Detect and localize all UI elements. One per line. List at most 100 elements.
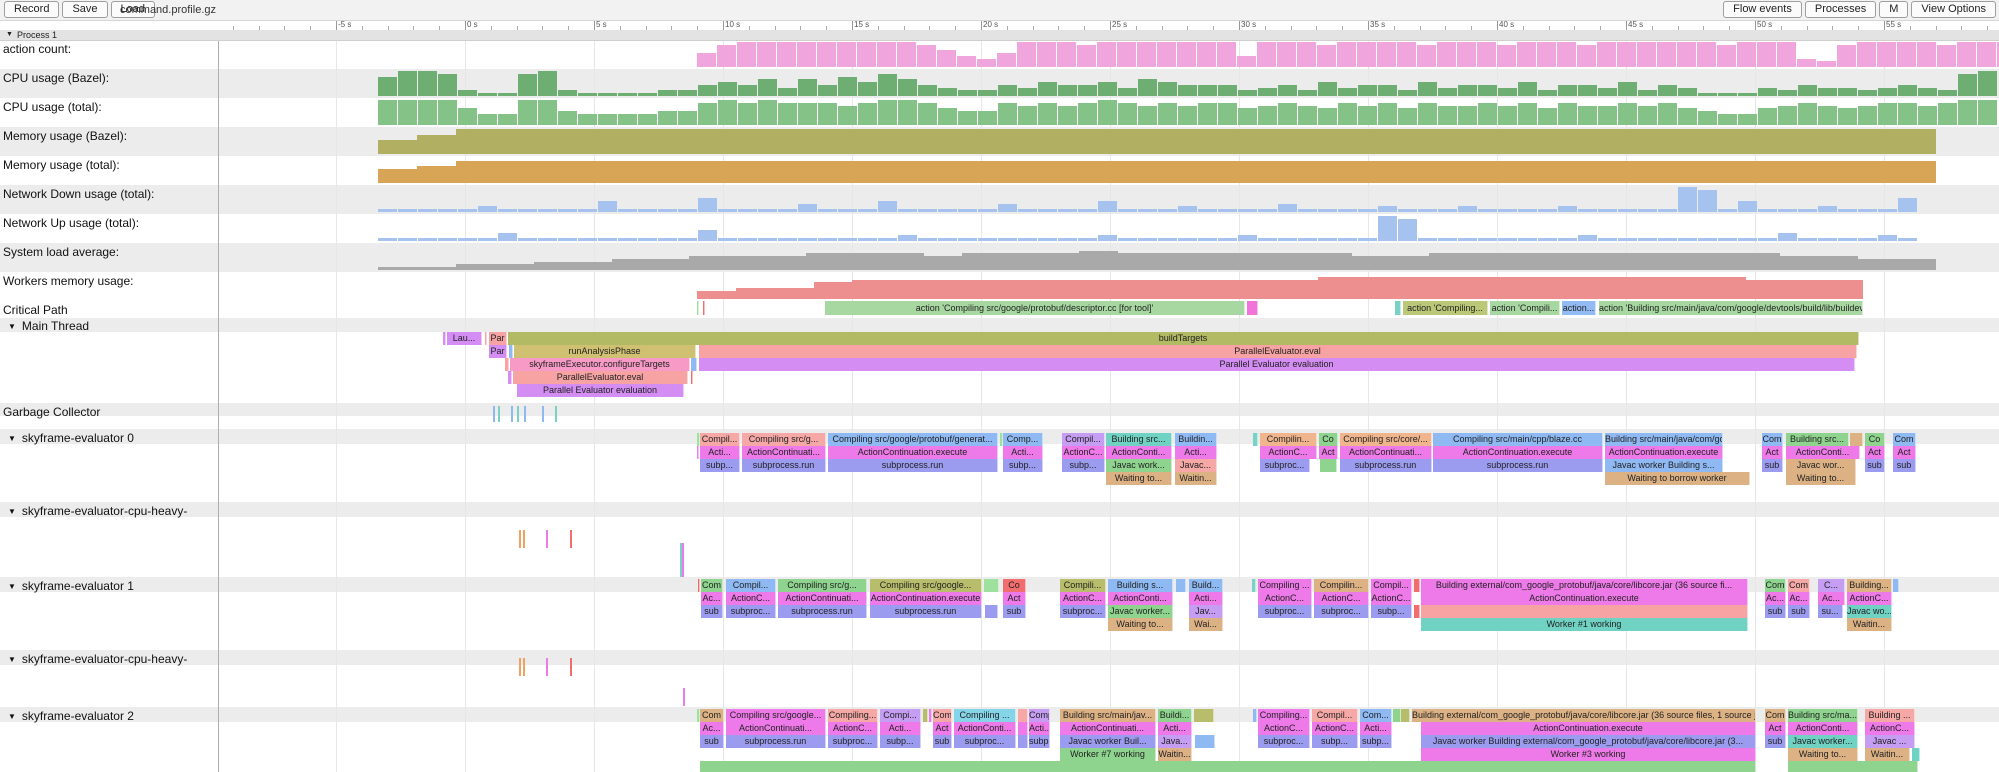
- trace-event-box[interactable]: [984, 579, 999, 592]
- trace-event-box[interactable]: [1195, 735, 1215, 748]
- trace-event-box[interactable]: Ac...: [1765, 592, 1786, 605]
- trace-event-box[interactable]: Act: [1865, 446, 1885, 459]
- counter-system-load-average[interactable]: [0, 243, 1999, 272]
- trace-event-box[interactable]: [1421, 605, 1748, 618]
- trace-event-box[interactable]: Par: [489, 332, 507, 345]
- trace-event-box[interactable]: Java...: [1158, 735, 1192, 748]
- trace-event-box[interactable]: Acti...: [700, 446, 740, 459]
- trace-event-box[interactable]: Parallel Evaluator evaluation: [517, 384, 684, 397]
- trace-event-box[interactable]: ActionContinuation.execute: [1421, 722, 1756, 735]
- trace-event-box[interactable]: Act: [1319, 446, 1338, 459]
- trace-event-box[interactable]: Co: [1319, 433, 1338, 446]
- trace-event-box[interactable]: subproc...: [1260, 459, 1310, 472]
- trace-event-box[interactable]: Worker #7 working: [1060, 748, 1156, 761]
- trace-event-box[interactable]: Co: [1865, 433, 1885, 446]
- process-header[interactable]: ▼ Process 1: [0, 30, 1999, 41]
- trace-event-box[interactable]: subp...: [880, 735, 921, 748]
- trace-event-box[interactable]: Com: [700, 709, 724, 722]
- trace-event-box[interactable]: [1194, 709, 1214, 722]
- trace-event-box[interactable]: Waiting to...: [1108, 618, 1173, 631]
- trace-event-box[interactable]: Acti...: [1189, 592, 1223, 605]
- trace-event-box[interactable]: [505, 358, 509, 371]
- trace-event-box[interactable]: Co: [1003, 579, 1026, 592]
- trace-event-box[interactable]: Com: [1893, 433, 1916, 446]
- timeline-ruler[interactable]: -5 s0 s5 s10 s15 s20 s25 s30 s35 s40 s45…: [218, 20, 1999, 30]
- thread-label-main-thread[interactable]: ▼Main Thread: [8, 319, 89, 333]
- trace-event-box[interactable]: [929, 709, 932, 722]
- trace-event-box[interactable]: Waitin...: [1865, 748, 1910, 761]
- trace-event-box[interactable]: su...: [1818, 605, 1843, 618]
- trace-event-box[interactable]: Wai...: [1189, 618, 1223, 631]
- trace-event-box[interactable]: sub: [1893, 459, 1916, 472]
- trace-event-box[interactable]: subp...: [1029, 735, 1050, 748]
- trace-event-box[interactable]: [1018, 722, 1028, 735]
- trace-event-box[interactable]: [1414, 579, 1420, 592]
- collapse-arrow-icon[interactable]: ▼: [8, 712, 16, 721]
- trace-event-box[interactable]: Compili...: [1060, 579, 1106, 592]
- trace-event-box[interactable]: [985, 605, 998, 618]
- trace-event-box[interactable]: action 'Compiling src/google/protobuf/de…: [825, 301, 1245, 315]
- trace-event-box[interactable]: ActionContinuati...: [742, 446, 826, 459]
- trace-event-box[interactable]: Javac wo...: [1847, 605, 1892, 618]
- view-options-button[interactable]: View Options: [1911, 1, 1996, 18]
- trace-event-box[interactable]: Compiling...: [1258, 709, 1310, 722]
- trace-event-box[interactable]: buildTargets: [508, 332, 1859, 345]
- trace-event-box[interactable]: Javac worker...: [1788, 735, 1858, 748]
- trace-event-box[interactable]: [1018, 709, 1028, 722]
- trace-event-box[interactable]: Building src/ma...: [1788, 709, 1858, 722]
- trace-event-box[interactable]: Acti...: [1029, 722, 1050, 735]
- trace-event-box[interactable]: ActionC...: [1312, 722, 1358, 735]
- trace-event-box[interactable]: Compiling src/g...: [778, 579, 867, 592]
- trace-event-box[interactable]: Com: [1762, 433, 1783, 446]
- trace-event-box[interactable]: [1253, 709, 1257, 722]
- trace-event-box[interactable]: Compil...: [700, 433, 740, 446]
- record-button[interactable]: Record: [4, 1, 59, 18]
- trace-event-box[interactable]: subp...: [1360, 735, 1392, 748]
- trace-event-box[interactable]: Building src...: [1786, 433, 1849, 446]
- trace-event-box[interactable]: Build...: [1189, 579, 1223, 592]
- counter-memory-usage-bazel[interactable]: [0, 127, 1999, 156]
- trace-event-box[interactable]: Building src...: [1106, 433, 1172, 446]
- trace-event-box[interactable]: subproc...: [954, 735, 1016, 748]
- trace-event-box[interactable]: ActionC...: [1258, 722, 1310, 735]
- trace-event-box[interactable]: ActionC...: [1260, 446, 1317, 459]
- trace-event-box[interactable]: Javac ...: [1865, 735, 1915, 748]
- trace-event-box[interactable]: Acti...: [1158, 722, 1192, 735]
- trace-event-box[interactable]: sub: [700, 735, 724, 748]
- trace-event-box[interactable]: sub: [1788, 605, 1810, 618]
- trace-event-box[interactable]: [700, 761, 1756, 772]
- thread-label-skyframe-evaluator-0[interactable]: ▼skyframe-evaluator 0: [8, 431, 134, 445]
- trace-event-box[interactable]: subp...: [1003, 459, 1043, 472]
- trace-event-box[interactable]: Compiling src/google/protobuf/generat...: [828, 433, 998, 446]
- trace-event-box[interactable]: [691, 371, 693, 384]
- trace-event-box[interactable]: Compiling ...: [954, 709, 1016, 722]
- trace-event-box[interactable]: Building external/com_google_protobuf/ja…: [1421, 579, 1748, 592]
- trace-event-box[interactable]: ActionContinuation.execute: [870, 592, 982, 605]
- trace-event-box[interactable]: action 'Compiling...: [1403, 301, 1488, 315]
- trace-event-box[interactable]: subprocess.run: [1340, 459, 1432, 472]
- trace-event-box[interactable]: ActionContinuati...: [1340, 446, 1432, 459]
- trace-event-box[interactable]: Compil...: [1029, 709, 1050, 722]
- trace-event-box[interactable]: ActionC...: [1865, 722, 1915, 735]
- save-button[interactable]: Save: [62, 1, 107, 18]
- trace-event-box[interactable]: ActionContinuati...: [1060, 722, 1156, 735]
- trace-event-box[interactable]: subproc...: [1258, 605, 1312, 618]
- counter-network-up-usage[interactable]: [0, 214, 1999, 243]
- thread-label-skyframe-evaluator-cpu-heavy-[interactable]: ▼skyframe-evaluator-cpu-heavy-: [8, 652, 187, 666]
- trace-event-box[interactable]: subproc...: [828, 735, 878, 748]
- trace-event-box[interactable]: ActionC...: [1371, 592, 1412, 605]
- trace-event-box[interactable]: sub: [1865, 459, 1885, 472]
- trace-event-box[interactable]: ActionContinuation.execute: [1421, 592, 1748, 605]
- trace-event-box[interactable]: subp...: [1371, 605, 1412, 618]
- trace-event-box[interactable]: [1176, 579, 1186, 592]
- trace-event-box[interactable]: Compi...: [880, 709, 921, 722]
- trace-event-box[interactable]: ActionContinuation.execute: [1433, 446, 1603, 459]
- trace-event-box[interactable]: [1414, 605, 1420, 618]
- trace-event-box[interactable]: subproc...: [1314, 605, 1369, 618]
- trace-event-box[interactable]: action...: [1562, 301, 1596, 315]
- trace-event-box[interactable]: Javac worker Building external/com_googl…: [1421, 735, 1756, 748]
- trace-event-box[interactable]: [1320, 459, 1337, 472]
- trace-event-box[interactable]: Com: [701, 579, 723, 592]
- trace-event-box[interactable]: Javac...: [1175, 459, 1217, 472]
- trace-event-box[interactable]: Compilin...: [1314, 579, 1369, 592]
